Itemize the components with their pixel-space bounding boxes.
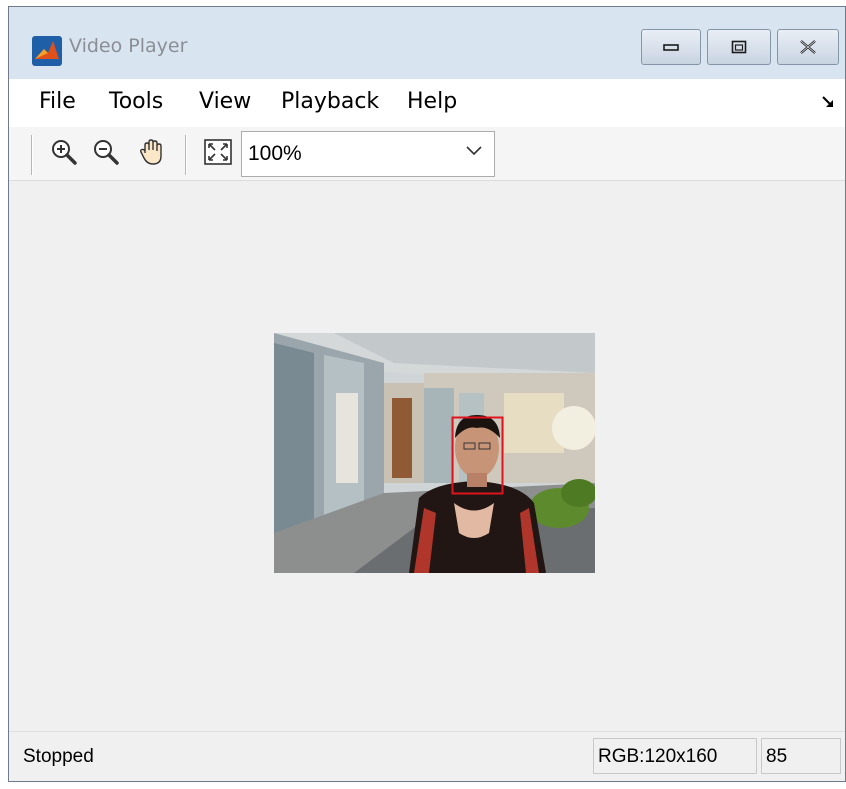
- maximize-icon: [731, 40, 747, 54]
- menu-playback[interactable]: Playback: [277, 87, 383, 116]
- toolbar-separator: [185, 135, 187, 175]
- toolbar: 100%: [9, 127, 845, 181]
- maximize-button[interactable]: [707, 29, 771, 65]
- minimize-button[interactable]: [641, 29, 701, 65]
- menu-bar: File Tools View Playback Help: [9, 79, 845, 127]
- zoom-in-icon[interactable]: [49, 137, 79, 167]
- playback-status: Stopped: [23, 746, 94, 767]
- menu-file[interactable]: File: [35, 87, 80, 116]
- toolbar-separator: [31, 135, 33, 175]
- video-frame-image: [274, 333, 595, 573]
- fit-to-window-icon[interactable]: [203, 137, 233, 167]
- video-player-window: Video Player File Tools View Playback He…: [8, 6, 846, 782]
- matlab-logo-icon: [32, 36, 62, 66]
- title-bar[interactable]: Video Player: [9, 7, 845, 79]
- frame-number-readout: 85: [761, 738, 841, 774]
- close-button[interactable]: [777, 29, 839, 65]
- zoom-value: 100%: [248, 142, 302, 165]
- minimize-icon: [663, 44, 679, 51]
- chevron-down-icon: [466, 146, 482, 156]
- zoom-dropdown[interactable]: 100%: [241, 131, 495, 177]
- menu-view[interactable]: View: [195, 87, 255, 116]
- video-canvas: [9, 181, 845, 731]
- window-title: Video Player: [69, 35, 188, 57]
- status-bar: Stopped RGB:120x160 85: [9, 731, 845, 781]
- menu-tools[interactable]: Tools: [105, 87, 167, 116]
- pan-hand-icon[interactable]: [137, 137, 167, 167]
- resolution-readout: RGB:120x160: [593, 738, 757, 774]
- dock-arrow-icon[interactable]: [821, 95, 835, 109]
- menu-help[interactable]: Help: [403, 87, 461, 116]
- close-icon: [800, 40, 816, 54]
- zoom-out-icon[interactable]: [91, 137, 121, 167]
